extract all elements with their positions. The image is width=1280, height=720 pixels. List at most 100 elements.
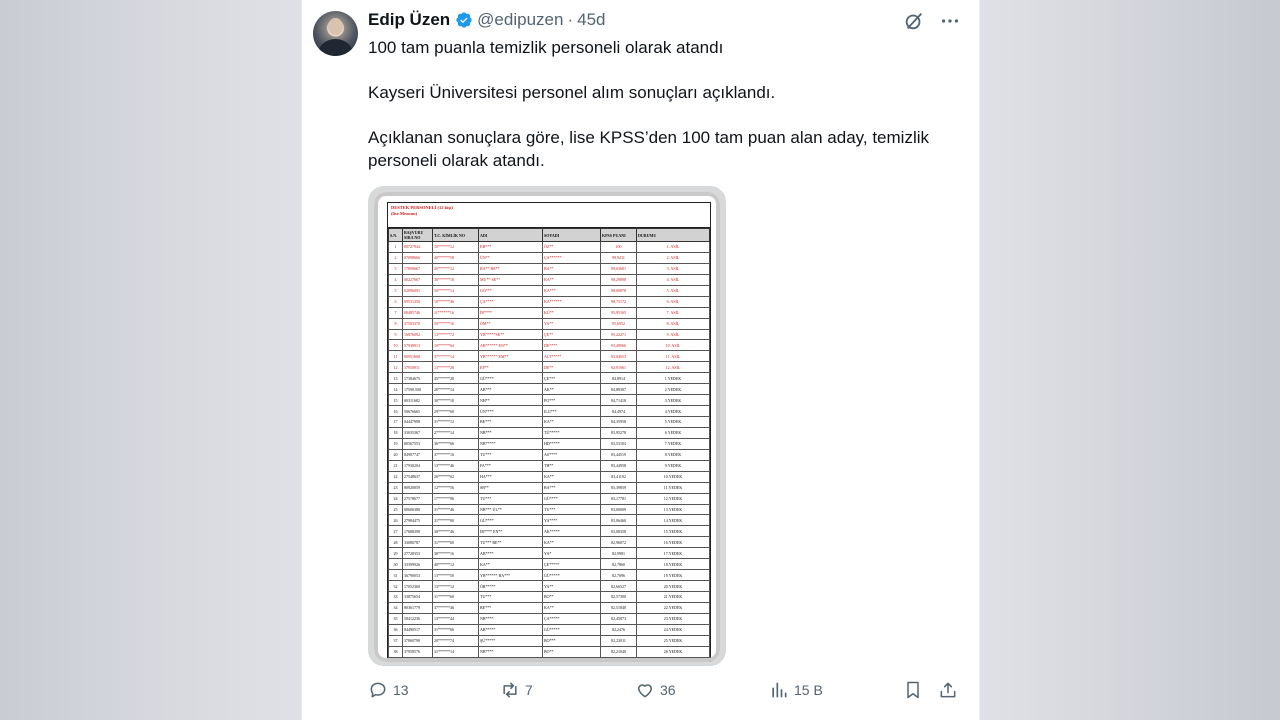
table-cell: TH** — [542, 459, 601, 472]
table-cell: 1 — [388, 241, 403, 253]
table-cell: 17.YEDEK — [636, 547, 710, 560]
table-cell: 4 — [388, 273, 403, 286]
results-document: DESTEK PERSONELİ (12 kişi) (lise Mezunu)… — [374, 192, 720, 662]
verified-badge-icon[interactable] — [455, 11, 473, 29]
table-cell: 6. ASİL — [636, 295, 710, 308]
share-button[interactable] — [938, 678, 958, 702]
table-cell: SB** — [478, 481, 543, 494]
table-cell: GÜ**** — [478, 372, 543, 385]
table-cell: 80463527 — [402, 656, 433, 662]
table-cell: NB*** ÜL** — [478, 503, 543, 516]
table-cell: 27984475 — [402, 514, 433, 527]
table-cell: 13******72 — [432, 328, 479, 341]
table-cell: YB****** EM** — [478, 350, 543, 363]
table-cell: 83,95278 — [600, 426, 637, 439]
table-cell: 12******56 — [432, 481, 479, 494]
table-cell: 12. ASİL — [636, 361, 710, 374]
reply-button[interactable]: 13 — [368, 678, 409, 702]
table-cell: İR**** EN** — [478, 525, 543, 538]
table-cell: 36 — [388, 623, 403, 636]
post-age[interactable]: 45d — [577, 10, 605, 30]
table-cell: 2 — [388, 251, 403, 264]
table-cell: BA*** — [542, 481, 601, 494]
table-header-cell: DURUMU — [636, 228, 710, 242]
table-cell: 33035367 — [402, 426, 433, 439]
table-cell: 37860790 — [402, 634, 433, 647]
tweet-line-2: Kayseri Üniversitesi personel alım sonuç… — [368, 83, 776, 102]
table-cell: İR**** — [478, 306, 543, 319]
table-cell: 29******60 — [432, 405, 479, 417]
table-row: 27 17688398 30******46 İR**** EN** AK***** 83… — [388, 525, 710, 538]
table-cell: 21******50 — [432, 656, 479, 662]
header-actions — [903, 10, 961, 32]
table-cell: 31******00 — [432, 514, 479, 527]
table-row: 35 58412236 13******44 NB**** ÇA***** 82,4587… — [388, 612, 710, 625]
table-cell: KA** — [542, 416, 601, 428]
table-row: 36 84490517 31******66 AB***** GÜ***** 82,247… — [388, 623, 710, 636]
table-cell: EF** — [478, 361, 543, 374]
author-handle[interactable]: @edipuzen — [477, 10, 563, 30]
like-button[interactable]: 36 — [635, 678, 676, 702]
bookmark-button[interactable] — [903, 678, 923, 702]
table-cell: 19 — [388, 437, 403, 450]
table-cell: KA** — [478, 558, 543, 571]
table-cell: 35 — [388, 612, 403, 625]
more-icon[interactable] — [939, 10, 961, 32]
table-row: 29 27728353 30******16 AB**** YA* 82,9981 17.Y… — [388, 547, 710, 560]
table-cell: BE*** — [478, 601, 543, 614]
table-cell: HA*** — [478, 470, 543, 483]
table-cell: 5. ASİL — [636, 284, 710, 297]
separator: · — [567, 10, 574, 29]
repost-button[interactable]: 7 — [500, 678, 533, 702]
avatar[interactable] — [313, 11, 358, 56]
table-row: 2 07098666 40******58 ÜN** ÇA****** 99,9411 2.… — [388, 251, 710, 264]
table-cell: TU*** — [478, 492, 543, 505]
table-cell: 30 — [388, 558, 403, 571]
tweet-line-1: 100 tam puanla temizlik personeli olarak… — [368, 38, 724, 57]
table-cell: KA****** — [542, 295, 601, 308]
grok-icon[interactable] — [903, 10, 925, 32]
table-row: 24 27578677 17******96 TU*** GÜ**** 83,17781 1… — [388, 492, 710, 505]
table-cell: 20******62 — [432, 470, 479, 483]
table-cell: NB***** — [478, 437, 543, 450]
table-cell: RA** BE** — [478, 262, 543, 275]
table-cell: 37 — [388, 634, 403, 647]
table-cell: 10 — [388, 339, 403, 352]
table-cell: 3.YEDEK — [636, 394, 710, 407]
table-cell: BO*** — [542, 634, 601, 647]
table-cell: 30******46 — [432, 525, 479, 538]
table-cell: 23.YEDEK — [636, 612, 710, 625]
table-cell: 82,9981 — [600, 547, 637, 560]
author-name[interactable]: Edip Üzen — [368, 10, 450, 30]
table-cell: 16 — [388, 405, 403, 417]
table-body: 1 00727944 10******12 EB*** ÖZ** 100 1. ASİL 2 0… — [388, 241, 710, 662]
table-cell: 83,08358 — [600, 525, 637, 538]
table-cell: PO*** — [542, 394, 601, 407]
table-cell: YA**** — [542, 514, 601, 527]
table-cell: 83,17781 — [600, 492, 637, 505]
table-row: 13 17384675 45******20 GÜ**** ÇE*** 84,8914 1.… — [388, 372, 710, 385]
heart-icon — [638, 684, 652, 698]
views-button[interactable]: 15 B — [769, 678, 823, 702]
table-cell: 14.YEDEK — [636, 514, 710, 527]
table-cell: 23 — [388, 481, 403, 494]
table-cell: HD***** — [542, 437, 601, 450]
table-cell: BO** — [542, 645, 601, 658]
table-cell: 37958576 — [402, 645, 433, 658]
table-cell: 10******12 — [432, 241, 479, 253]
table-cell: 30******16 — [432, 547, 479, 560]
table-cell: TU*** — [478, 591, 543, 603]
tweet-card[interactable]: Edip Üzen @edipuzen · 45d 100 tam puanla… — [301, 0, 980, 720]
table-cell: 31******66 — [432, 623, 479, 636]
table-cell: KA** — [542, 273, 601, 286]
table-cell: NB**** — [478, 612, 543, 625]
results-table: S.N. BAŞVURU SIRA NO T.C. KİMLİK NO ADI SOYA… — [388, 228, 710, 662]
table-cell: 82,96072 — [600, 536, 637, 549]
table-cell: 24 — [388, 492, 403, 505]
table-cell: 27******14 — [432, 426, 479, 439]
table-cell: 31 — [388, 569, 403, 582]
table-cell: KÜ** — [542, 306, 601, 319]
table-cell: TÜ***** — [542, 426, 601, 439]
table-cell: ÜN** — [478, 251, 543, 264]
tweet-media-image[interactable]: DESTEK PERSONELİ (12 kişi) (lise Mezunu)… — [368, 186, 726, 666]
